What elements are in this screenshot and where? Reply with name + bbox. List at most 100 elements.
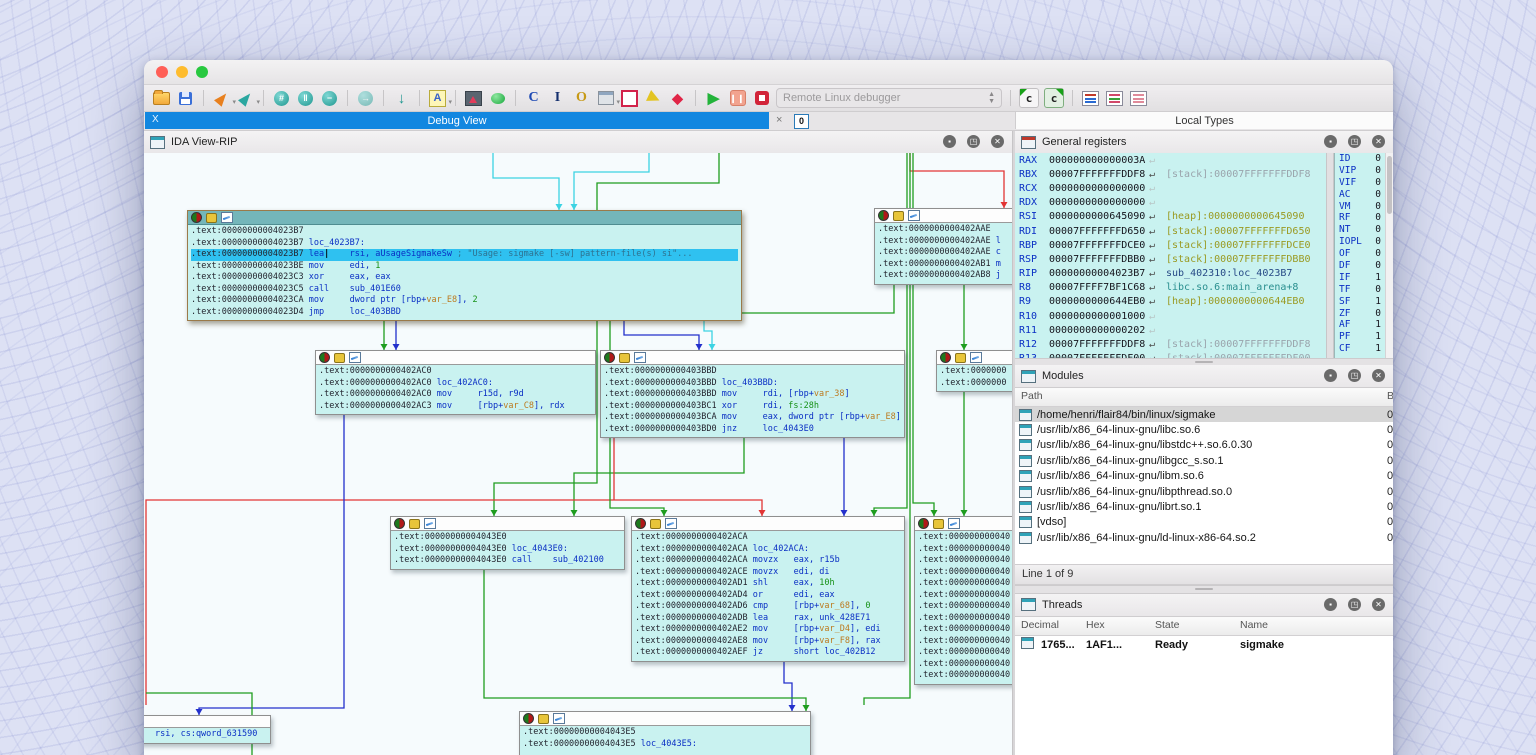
register-value[interactable]: 00007FFFFFFFDCE0 xyxy=(1049,240,1149,251)
calculator-icon[interactable]: # xyxy=(272,89,291,108)
register-row-RSI[interactable]: RSI0000000000645090↵[heap]:0000000000645… xyxy=(1015,210,1326,224)
disasm-line[interactable]: .text:000000000040 xyxy=(918,578,1012,590)
stop-process-icon[interactable] xyxy=(752,89,771,108)
disasm-line[interactable]: .text:0000000000402AE8 mov [rbp+var_F8],… xyxy=(635,636,901,648)
watch-list-icon[interactable] xyxy=(1105,89,1124,108)
register-row-R11[interactable]: R110000000000000202↵ xyxy=(1015,323,1326,337)
register-value[interactable]: 00007FFFF7BF1C68 xyxy=(1049,282,1149,293)
edit-pencil-icon[interactable] xyxy=(644,89,663,108)
return-arrow-icon[interactable]: ↵ xyxy=(1149,325,1166,336)
module-row[interactable]: /usr/lib/x86_64-linux-gnu/libgcc_s.so.10 xyxy=(1015,453,1393,468)
step-over-icon[interactable]: c xyxy=(1044,88,1064,108)
restore-button[interactable]: ◳ xyxy=(1348,135,1361,148)
chart-icon[interactable] xyxy=(634,352,646,363)
disasm-line[interactable]: .text:0000000000402AC0 xyxy=(319,366,592,378)
jump-down-icon[interactable]: ↓ xyxy=(392,89,411,108)
graph-node-titlebar[interactable] xyxy=(937,351,1012,365)
module-row[interactable]: /usr/lib/x86_64-linux-gnu/ld-linux-x86-6… xyxy=(1015,530,1393,545)
hand-edit-icon[interactable] xyxy=(955,353,966,363)
module-row[interactable]: [vdso]0 xyxy=(1015,515,1393,530)
register-row-RBP[interactable]: RBP00007FFFFFFFDCE0↵[stack]:00007FFFFFFF… xyxy=(1015,238,1326,252)
breakpoint-sphere-icon[interactable] xyxy=(635,518,646,529)
return-arrow-icon[interactable]: ↵ xyxy=(1149,268,1166,279)
disasm-line[interactable]: .text:0000000000402AE2 mov [rbp+var_D4],… xyxy=(635,624,901,636)
register-value[interactable]: 000000000000003A xyxy=(1049,155,1149,166)
graph-node-1[interactable]: .text:0000000000402AAE.text:000000000040… xyxy=(874,208,1012,285)
flag-row-ZF[interactable]: ZF0 xyxy=(1335,308,1385,320)
breakpoint-sphere-icon[interactable] xyxy=(878,210,889,221)
graph-node-titlebar[interactable] xyxy=(391,517,624,531)
flags-list[interactable]: ID0VIP0VIF0AC0VM0RF0NT0IOPL0OF0DF0IF1TF0… xyxy=(1334,153,1385,358)
tabbar-close-icon[interactable]: × xyxy=(776,114,782,126)
register-value[interactable]: 00000000004023B7 xyxy=(1049,268,1149,279)
breakpoint-sphere-icon[interactable] xyxy=(394,518,405,529)
disasm-line[interactable]: .text:0000000000402AB1 m xyxy=(878,259,1012,271)
register-value[interactable]: 00007FFFFFFFDDF8 xyxy=(1049,169,1149,180)
register-row-RSP[interactable]: RSP00007FFFFFFFDBB0↵[stack]:00007FFFFFFF… xyxy=(1015,252,1326,266)
hand-edit-icon[interactable] xyxy=(650,519,661,529)
disasm-line[interactable]: .text:0000000000402AC3 mov [rbp+var_C8],… xyxy=(319,401,592,413)
start-process-icon[interactable]: ▶ xyxy=(704,89,723,108)
registers-splitter[interactable] xyxy=(1326,153,1334,358)
restore-button[interactable]: ◳ xyxy=(967,135,980,148)
open-file-icon[interactable] xyxy=(152,89,171,108)
disasm-line[interactable]: .text:0000000000403BBD mov rdi, [rbp+var… xyxy=(604,389,901,401)
registers-list[interactable]: RAX000000000000003A↵RBX00007FFFFFFFDDF8↵… xyxy=(1015,153,1326,358)
disasm-line[interactable]: .text:0000000 xyxy=(940,378,1012,390)
disasm-line[interactable]: .text:0000000000403BD0 jnz loc_4043E0 xyxy=(604,424,901,436)
close-window-button[interactable] xyxy=(156,66,168,78)
disasm-line[interactable]: .text:000000000040 xyxy=(918,532,1012,544)
breakpoint-sphere-icon[interactable] xyxy=(319,352,330,363)
graph-node-titlebar[interactable] xyxy=(601,351,904,365)
register-row-RIP[interactable]: RIP00000000004023B7↵sub_402310:loc_4023B… xyxy=(1015,267,1326,281)
close-button[interactable]: ✕ xyxy=(991,135,1004,148)
threads-column-header[interactable]: Decimal Hex State Name xyxy=(1015,617,1393,636)
graph-node-0[interactable]: .text:00000000004023B7.text:000000000040… xyxy=(187,210,742,321)
disasm-line[interactable]: .text:0000000000402AD6 cmp [rbp+var_68],… xyxy=(635,601,901,613)
register-row-R10[interactable]: R100000000000001000↵ xyxy=(1015,309,1326,323)
minimize-button[interactable]: ▪ xyxy=(1324,369,1337,382)
quick-run-icon[interactable]: ▾ xyxy=(212,89,231,108)
chart-icon[interactable] xyxy=(908,210,920,221)
register-value[interactable]: 0000000000000000 xyxy=(1049,183,1149,194)
column-name[interactable]: Name xyxy=(1240,619,1268,631)
debugger-windows-icon[interactable] xyxy=(1081,89,1100,108)
register-value[interactable]: 00007FFFFFFFD650 xyxy=(1049,226,1149,237)
thread-row[interactable]: 1765...1AF1...Readysigmake xyxy=(1015,636,1393,654)
restore-button[interactable]: ◳ xyxy=(1348,369,1361,382)
module-row[interactable]: /usr/lib/x86_64-linux-gnu/libm.so.60 xyxy=(1015,469,1393,484)
disasm-line[interactable]: .text:00000000004043E5 xyxy=(523,727,807,739)
graph-node-3[interactable]: .text:0000000000403BBD.text:000000000040… xyxy=(600,350,905,438)
disasm-line[interactable]: .text:00000000004023BE mov edi, 1 xyxy=(191,261,738,273)
register-row-RDI[interactable]: RDI00007FFFFFFFD650↵[stack]:00007FFFFFFF… xyxy=(1015,224,1326,238)
module-row[interactable]: /usr/lib/x86_64-linux-gnu/librt.so.10 xyxy=(1015,499,1393,514)
column-state[interactable]: State xyxy=(1155,619,1180,631)
return-arrow-icon[interactable]: ↵ xyxy=(1149,183,1166,194)
save-file-icon[interactable] xyxy=(176,89,195,108)
c-clamp-icon[interactable]: C xyxy=(524,89,543,108)
disasm-line[interactable]: .text:00000000004023CA mov dword ptr [rb… xyxy=(191,295,738,307)
disasm-line[interactable]: .text:000000000040 xyxy=(918,555,1012,567)
chart-icon[interactable] xyxy=(970,352,982,363)
disasm-line[interactable]: .text:0000000000402ACA movzx eax, r15b xyxy=(635,555,901,567)
chart-icon[interactable] xyxy=(424,518,436,529)
zoom-window-button[interactable] xyxy=(196,66,208,78)
flag-row-SF[interactable]: SF1 xyxy=(1335,296,1385,308)
disasm-line[interactable]: .text:00000000004043E5 loc_4043E5: xyxy=(523,739,807,751)
graph-image-icon[interactable] xyxy=(464,89,483,108)
module-row[interactable]: /home/henri/flair84/bin/linux/sigmake0 xyxy=(1015,407,1393,422)
register-value[interactable]: 0000000000000202 xyxy=(1049,325,1149,336)
disasm-line[interactable]: .text:00000000004043E0 call sub_402100 xyxy=(394,555,621,567)
register-row-RAX[interactable]: RAX000000000000003A↵ xyxy=(1015,153,1326,167)
minimize-button[interactable]: ▪ xyxy=(943,135,956,148)
flag-row-DF[interactable]: DF0 xyxy=(1335,260,1385,272)
disasm-line[interactable]: .text:000000000040 xyxy=(918,647,1012,659)
return-arrow-icon[interactable]: ↵ xyxy=(1149,282,1166,293)
return-arrow-icon[interactable]: ↵ xyxy=(1149,254,1166,265)
breakpoint-frame-icon[interactable] xyxy=(620,89,639,108)
graph-node-titlebar[interactable] xyxy=(144,716,270,728)
panel-splitter[interactable] xyxy=(1015,585,1393,594)
tab-debug-view[interactable]: X Debug View xyxy=(145,112,769,129)
graph-node-titlebar[interactable] xyxy=(915,517,1012,531)
flag-row-ID[interactable]: ID0 xyxy=(1335,153,1385,165)
